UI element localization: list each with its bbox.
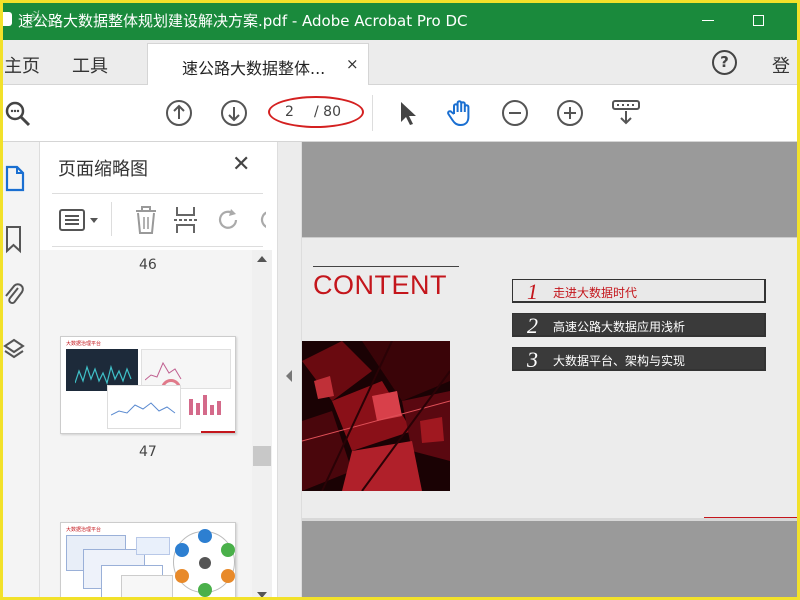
menu-item-number: 2 bbox=[527, 313, 538, 338]
thumbnail-list: 46 大数据治理平台 47 大数据治理平台 bbox=[40, 250, 252, 600]
tab-document[interactable]: 速公路大数据整体... × bbox=[147, 43, 369, 86]
scroll-down-icon[interactable] bbox=[257, 592, 267, 598]
scrollbar-thumb[interactable] bbox=[253, 446, 271, 466]
tab-bar: 主页 工具 速公路大数据整体... × ? 登 bbox=[0, 40, 800, 86]
maximize-button[interactable] bbox=[738, 6, 778, 34]
page-number-label: 47 bbox=[139, 444, 157, 460]
page-number-label: 46 bbox=[139, 257, 157, 273]
menu-item-text: 高速公路大数据应用浅析 bbox=[553, 320, 686, 334]
panel-divider bbox=[52, 193, 263, 194]
document-page: CONTENT 1 走进大数据时代 2 高速公路大数据应用浅析 3 大数据平台、… bbox=[302, 237, 800, 520]
left-rail bbox=[0, 142, 40, 600]
scroll-mode-icon[interactable] bbox=[610, 97, 642, 129]
previous-page-bottom bbox=[302, 142, 800, 237]
content-heading: CONTENT bbox=[313, 270, 447, 300]
attachment-icon[interactable] bbox=[2, 280, 26, 314]
thumbnail-scrollbar[interactable] bbox=[252, 250, 272, 600]
hand-icon[interactable] bbox=[444, 97, 476, 129]
toolbar-divider bbox=[372, 95, 373, 131]
login-button[interactable]: 登 bbox=[772, 52, 790, 78]
prev-page-icon[interactable] bbox=[163, 97, 195, 129]
panel-tool-divider bbox=[111, 202, 112, 236]
tab-tools[interactable]: 工具 bbox=[72, 52, 108, 78]
search-icon[interactable] bbox=[2, 97, 34, 129]
page-thumbnail[interactable]: 大数据治理平台 bbox=[60, 336, 236, 434]
layers-icon[interactable] bbox=[2, 336, 26, 370]
content-menu-item: 3 大数据平台、架构与实现 bbox=[512, 347, 766, 372]
tab-home[interactable]: 主页 bbox=[4, 52, 40, 78]
toolbar: 2 / 80 bbox=[0, 85, 800, 142]
scroll-up-icon[interactable] bbox=[257, 256, 267, 262]
thumbnail-options-icon[interactable] bbox=[58, 206, 102, 238]
document-area: CONTENT 1 走进大数据时代 2 高速公路大数据应用浅析 3 大数据平台、… bbox=[278, 142, 800, 600]
next-page-top bbox=[302, 518, 800, 600]
help-button[interactable]: ? bbox=[712, 50, 737, 75]
tab-close-button[interactable]: × bbox=[346, 55, 359, 73]
thumbnails-panel: 页面缩略图 ✕ 46 大数据治理平台 47 大数据治理平台 bbox=[40, 142, 278, 600]
menu-item-text: 走进大数据时代 bbox=[553, 286, 638, 300]
window-title: 速公路大数据整体规划建设解决方案.pdf - Adobe Acrobat Pro… bbox=[18, 12, 468, 30]
content-menu-item: 1 走进大数据时代 bbox=[512, 279, 766, 304]
tab-document-label: 速公路大数据整体... bbox=[182, 59, 326, 78]
page-thumbnails-icon[interactable] bbox=[2, 164, 26, 198]
select-arrow-icon[interactable] bbox=[392, 97, 424, 129]
watermark: 头... bbox=[28, 10, 56, 26]
annotation-ellipse bbox=[268, 96, 364, 128]
zoom-out-icon[interactable] bbox=[499, 97, 531, 129]
panel-close-button[interactable]: ✕ bbox=[232, 152, 250, 177]
zoom-in-icon[interactable] bbox=[554, 97, 586, 129]
heading-rule bbox=[313, 266, 459, 267]
extract-page-icon[interactable] bbox=[172, 205, 200, 239]
next-page-icon[interactable] bbox=[218, 97, 250, 129]
menu-item-number: 3 bbox=[527, 347, 538, 372]
content-menu-item: 2 高速公路大数据应用浅析 bbox=[512, 313, 766, 338]
collapse-arrow-icon bbox=[286, 370, 292, 382]
panel-title: 页面缩略图 bbox=[58, 159, 148, 180]
minimize-button[interactable] bbox=[688, 6, 728, 34]
title-bar: 速公路大数据整体规划建设解决方案.pdf - Adobe Acrobat Pro… bbox=[0, 0, 800, 40]
collapse-panel-handle[interactable] bbox=[278, 142, 302, 600]
app-icon bbox=[0, 12, 12, 26]
page-thumbnail[interactable]: 大数据治理平台 bbox=[60, 522, 236, 600]
rotate-icon[interactable] bbox=[214, 205, 244, 239]
delete-icon[interactable] bbox=[132, 205, 160, 239]
menu-item-text: 大数据平台、架构与实现 bbox=[553, 354, 686, 368]
menu-item-number: 1 bbox=[527, 279, 538, 304]
rotate-clockwise-icon[interactable] bbox=[256, 205, 266, 235]
panel-divider-2 bbox=[52, 246, 263, 247]
page-image bbox=[302, 341, 450, 491]
bookmark-icon[interactable] bbox=[2, 224, 26, 258]
